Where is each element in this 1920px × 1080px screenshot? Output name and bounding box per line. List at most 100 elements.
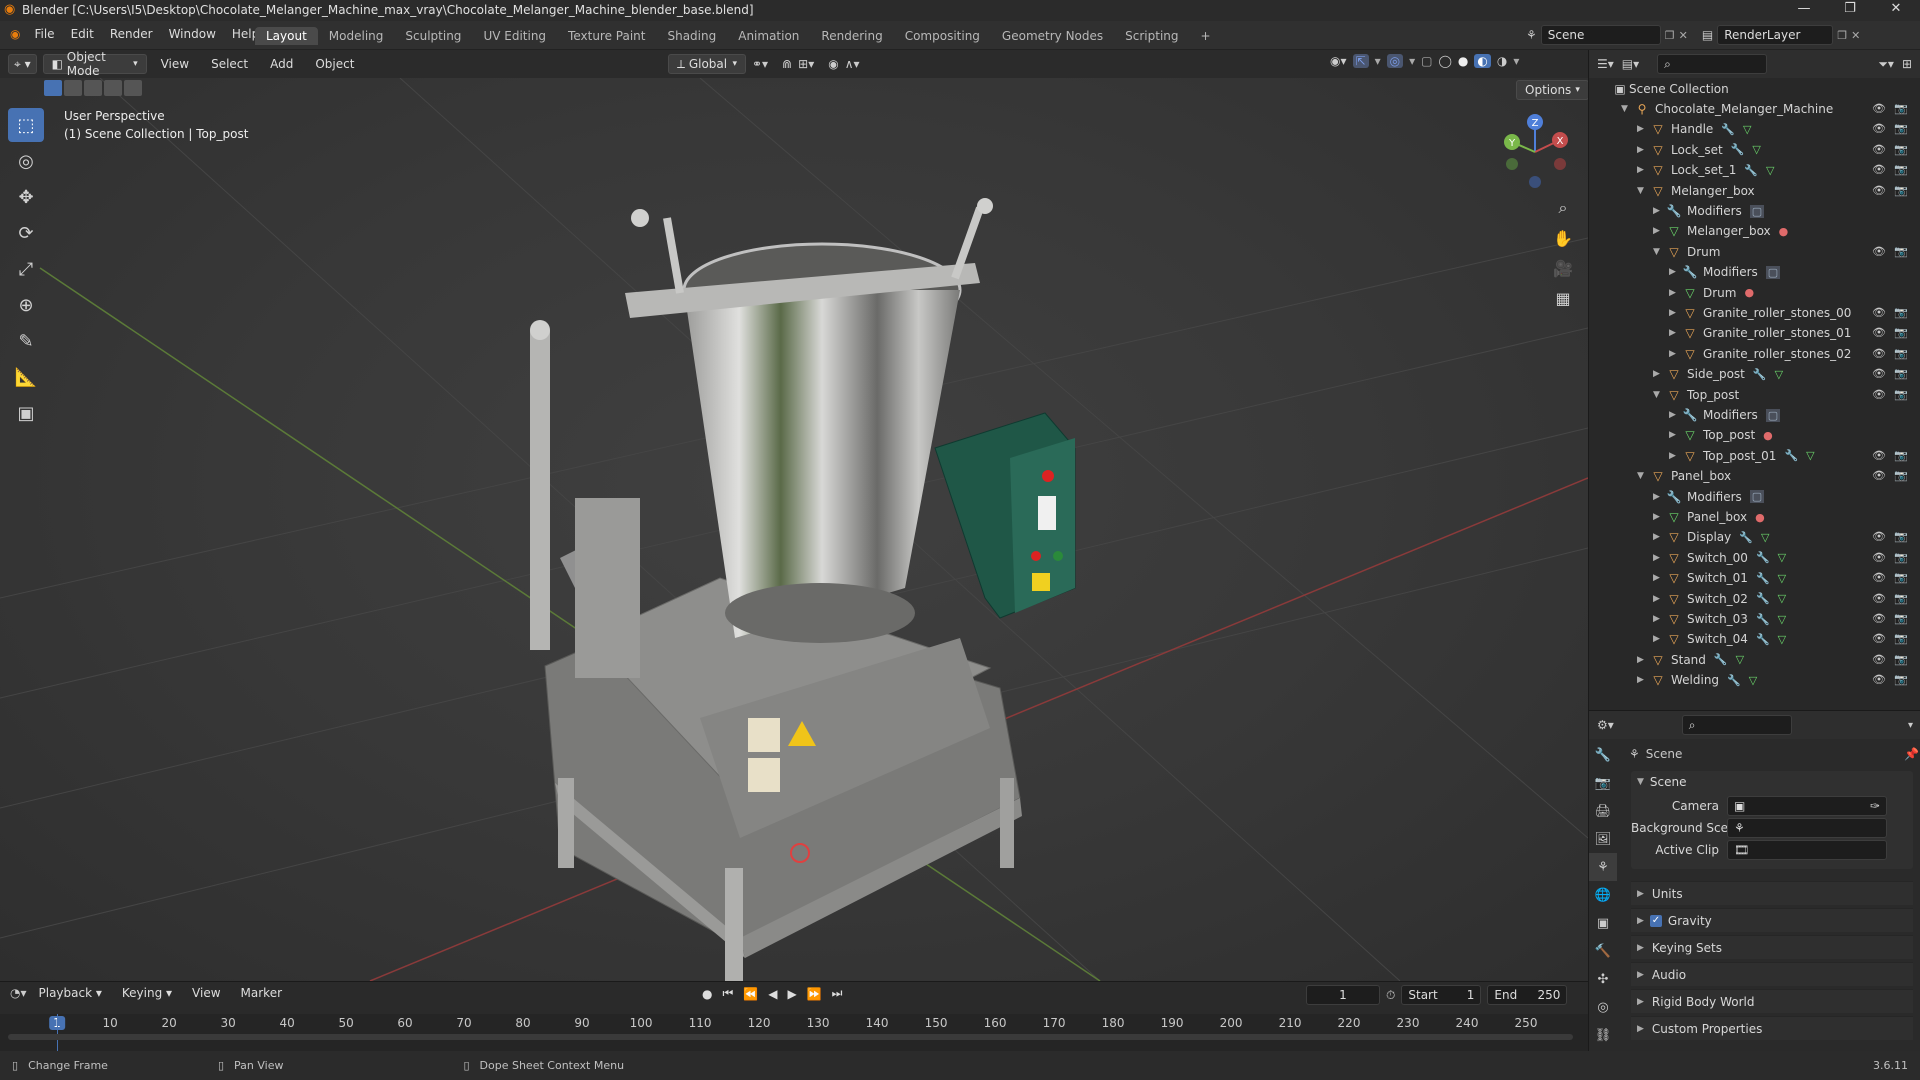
visibility-eye-icon[interactable]: 👁 — [1872, 388, 1886, 401]
tab-geometry-nodes[interactable]: Geometry Nodes — [991, 27, 1114, 45]
menu-file[interactable]: File — [26, 27, 62, 41]
outliner-item[interactable]: ▶ ▽ Granite_roller_stones_02 — [1669, 344, 1851, 364]
render-tab-icon[interactable]: 📷 — [1589, 769, 1617, 797]
start-frame-field[interactable]: Start 1 — [1401, 985, 1482, 1005]
editor-type-button[interactable]: ⌖ ▾ — [8, 54, 37, 74]
render-camera-icon[interactable]: 📷 — [1894, 102, 1908, 115]
menu-object[interactable]: Object — [307, 57, 362, 71]
material-shading-icon[interactable]: ◐ — [1474, 54, 1491, 68]
render-camera-icon[interactable]: 📷 — [1894, 469, 1908, 482]
render-camera-icon[interactable]: 📷 — [1894, 122, 1908, 135]
solid-shading-icon[interactable]: ● — [1458, 54, 1468, 68]
expand-closed-icon[interactable]: ▶ — [1653, 594, 1665, 604]
expand-closed-icon[interactable]: ▶ — [1653, 492, 1665, 502]
new-scene-icon[interactable]: ❐ — [1665, 29, 1675, 42]
expand-closed-icon[interactable]: ▶ — [1669, 430, 1681, 440]
expand-closed-icon[interactable]: ▶ — [1653, 614, 1665, 624]
render-camera-icon[interactable]: 📷 — [1894, 673, 1908, 686]
physics-tab-icon[interactable]: ◎ — [1589, 993, 1617, 1021]
expand-closed-icon[interactable]: ▶ — [1653, 512, 1665, 522]
eyedropper-icon[interactable]: ✑ — [1870, 799, 1880, 813]
timeline-scrollbar[interactable] — [8, 1034, 1573, 1040]
outliner-item[interactable]: ▼ ▽ Top_post — [1653, 385, 1739, 405]
outliner-item[interactable]: ▶ ▽ Handle 🔧 ▽ — [1637, 119, 1752, 139]
transform-icon[interactable]: ⊕ — [8, 288, 44, 322]
tab-uv-editing[interactable]: UV Editing — [472, 27, 557, 45]
outliner-item[interactable]: ▶ ▽ Granite_roller_stones_00 — [1669, 303, 1851, 323]
outliner-item[interactable]: ▶ ▽ Stand 🔧 ▽ — [1637, 650, 1744, 670]
melanger-machine[interactable] — [530, 198, 1076, 981]
rotate-icon[interactable]: ⟳ — [8, 216, 44, 250]
expand-closed-icon[interactable]: ▶ — [1653, 206, 1665, 216]
outliner-item[interactable]: ▶ 🔧 Modifiers ▢ — [1669, 262, 1781, 282]
record-icon[interactable]: ● — [702, 987, 712, 1001]
outliner-item[interactable]: ▶ ▽ Display 🔧 ▽ — [1653, 527, 1769, 547]
visibility-icon[interactable]: ◉▾ — [1330, 54, 1347, 68]
display-mode-icon[interactable]: ▤▾ — [1622, 57, 1639, 71]
navigation-gizmo[interactable]: Z X Y — [1500, 112, 1570, 192]
snap-icon[interactable]: ⋒ — [782, 57, 792, 71]
expand-closed-icon[interactable]: ▶ — [1653, 369, 1665, 379]
custom-properties-section[interactable]: ▶ Custom Properties — [1631, 1016, 1913, 1040]
tab-scripting[interactable]: Scripting — [1114, 27, 1189, 45]
visibility-eye-icon[interactable]: 👁 — [1872, 571, 1886, 584]
render-camera-icon[interactable]: 📷 — [1894, 551, 1908, 564]
pivot-point-icon[interactable]: ⚭▾ — [752, 57, 768, 71]
expand-closed-icon[interactable]: ▶ — [1669, 410, 1681, 420]
render-camera-icon[interactable]: 📷 — [1894, 571, 1908, 584]
wireframe-shading-icon[interactable]: ◯ — [1438, 54, 1451, 68]
scene-collection-row[interactable]: ▣ Scene Collection — [1611, 79, 1728, 99]
delete-renderlayer-icon[interactable]: ✕ — [1851, 29, 1860, 42]
constraints-tab-icon[interactable]: ⛓ — [1589, 1021, 1617, 1049]
visibility-eye-icon[interactable]: 👁 — [1872, 632, 1886, 645]
particles-tab-icon[interactable]: ✣ — [1589, 965, 1617, 993]
select-extend-icon[interactable] — [64, 80, 82, 96]
render-camera-icon[interactable]: 📷 — [1894, 367, 1908, 380]
add-workspace-button[interactable]: + — [1190, 27, 1222, 45]
close-button[interactable]: ✕ — [1876, 1, 1916, 16]
jump-start-icon[interactable]: ⏮ — [722, 986, 733, 1001]
3d-viewport[interactable]: User Perspective (1) Scene Collection | … — [0, 78, 1588, 981]
outliner-item[interactable]: ▶ ▽ Top_post ● — [1669, 425, 1773, 445]
pan-hand-icon[interactable]: ✋ — [1548, 223, 1578, 253]
visibility-eye-icon[interactable]: 👁 — [1872, 367, 1886, 380]
mode-selector[interactable]: ◧ Object Mode ▾ — [42, 50, 147, 78]
outliner-item[interactable]: ▶ ▽ Switch_04 🔧 ▽ — [1653, 629, 1786, 649]
expand-closed-icon[interactable]: ▶ — [1669, 308, 1681, 318]
chevron-down-icon[interactable]: ▾ — [1513, 54, 1519, 68]
outliner-item[interactable]: ▼ ⚲ Chocolate_Melanger_Machine — [1621, 99, 1833, 119]
switch-button-red[interactable] — [1042, 470, 1054, 482]
render-camera-icon[interactable]: 📷 — [1894, 388, 1908, 401]
tab-shading[interactable]: Shading — [656, 27, 727, 45]
render-camera-icon[interactable]: 📷 — [1894, 347, 1908, 360]
render-camera-icon[interactable]: 📷 — [1894, 530, 1908, 543]
outliner-item[interactable]: ▶ ▽ Lock_set 🔧 ▽ — [1637, 140, 1761, 160]
expand-closed-icon[interactable]: ▶ — [1637, 145, 1649, 155]
visibility-eye-icon[interactable]: 👁 — [1872, 306, 1886, 319]
stopwatch-icon[interactable]: ⏱ — [1386, 988, 1395, 1003]
render-camera-icon[interactable]: 📷 — [1894, 592, 1908, 605]
select-subtract-icon[interactable] — [84, 80, 102, 96]
visibility-eye-icon[interactable]: 👁 — [1872, 469, 1886, 482]
delete-scene-icon[interactable]: ✕ — [1679, 29, 1688, 42]
render-camera-icon[interactable]: 📷 — [1894, 326, 1908, 339]
annotate-icon[interactable]: ✎ — [8, 324, 44, 358]
expand-closed-icon[interactable]: ▶ — [1653, 226, 1665, 236]
outliner-item[interactable]: ▶ ▽ Panel_box ● — [1653, 507, 1765, 527]
next-keyframe-icon[interactable]: ⏩ — [807, 987, 822, 1001]
outliner-item[interactable]: ▶ ▽ Switch_00 🔧 ▽ — [1653, 548, 1786, 568]
select-intersect-icon[interactable] — [124, 80, 142, 96]
menu-add[interactable]: Add — [262, 57, 301, 71]
expand-closed-icon[interactable]: ▶ — [1653, 553, 1665, 563]
outliner-editor-icon[interactable]: ☰▾ — [1597, 57, 1614, 71]
active-clip-field[interactable]: 🎞 — [1727, 840, 1887, 860]
measure-icon[interactable]: 📐 — [8, 360, 44, 394]
timeline-editor-icon[interactable]: ◔▾ — [10, 986, 27, 1000]
new-renderlayer-icon[interactable]: ❐ — [1837, 29, 1847, 42]
tool-tab-icon[interactable]: 🔧 — [1589, 741, 1617, 769]
outliner-item[interactable]: ▶ ▽ Top_post_01 🔧 ▽ — [1669, 446, 1815, 466]
object-tab-icon[interactable]: ▣ — [1589, 909, 1617, 937]
audio-section[interactable]: ▶ Audio — [1631, 962, 1913, 986]
units-section[interactable]: ▶ Units — [1631, 881, 1913, 905]
zoom-icon[interactable]: ⌕ — [1548, 193, 1578, 223]
